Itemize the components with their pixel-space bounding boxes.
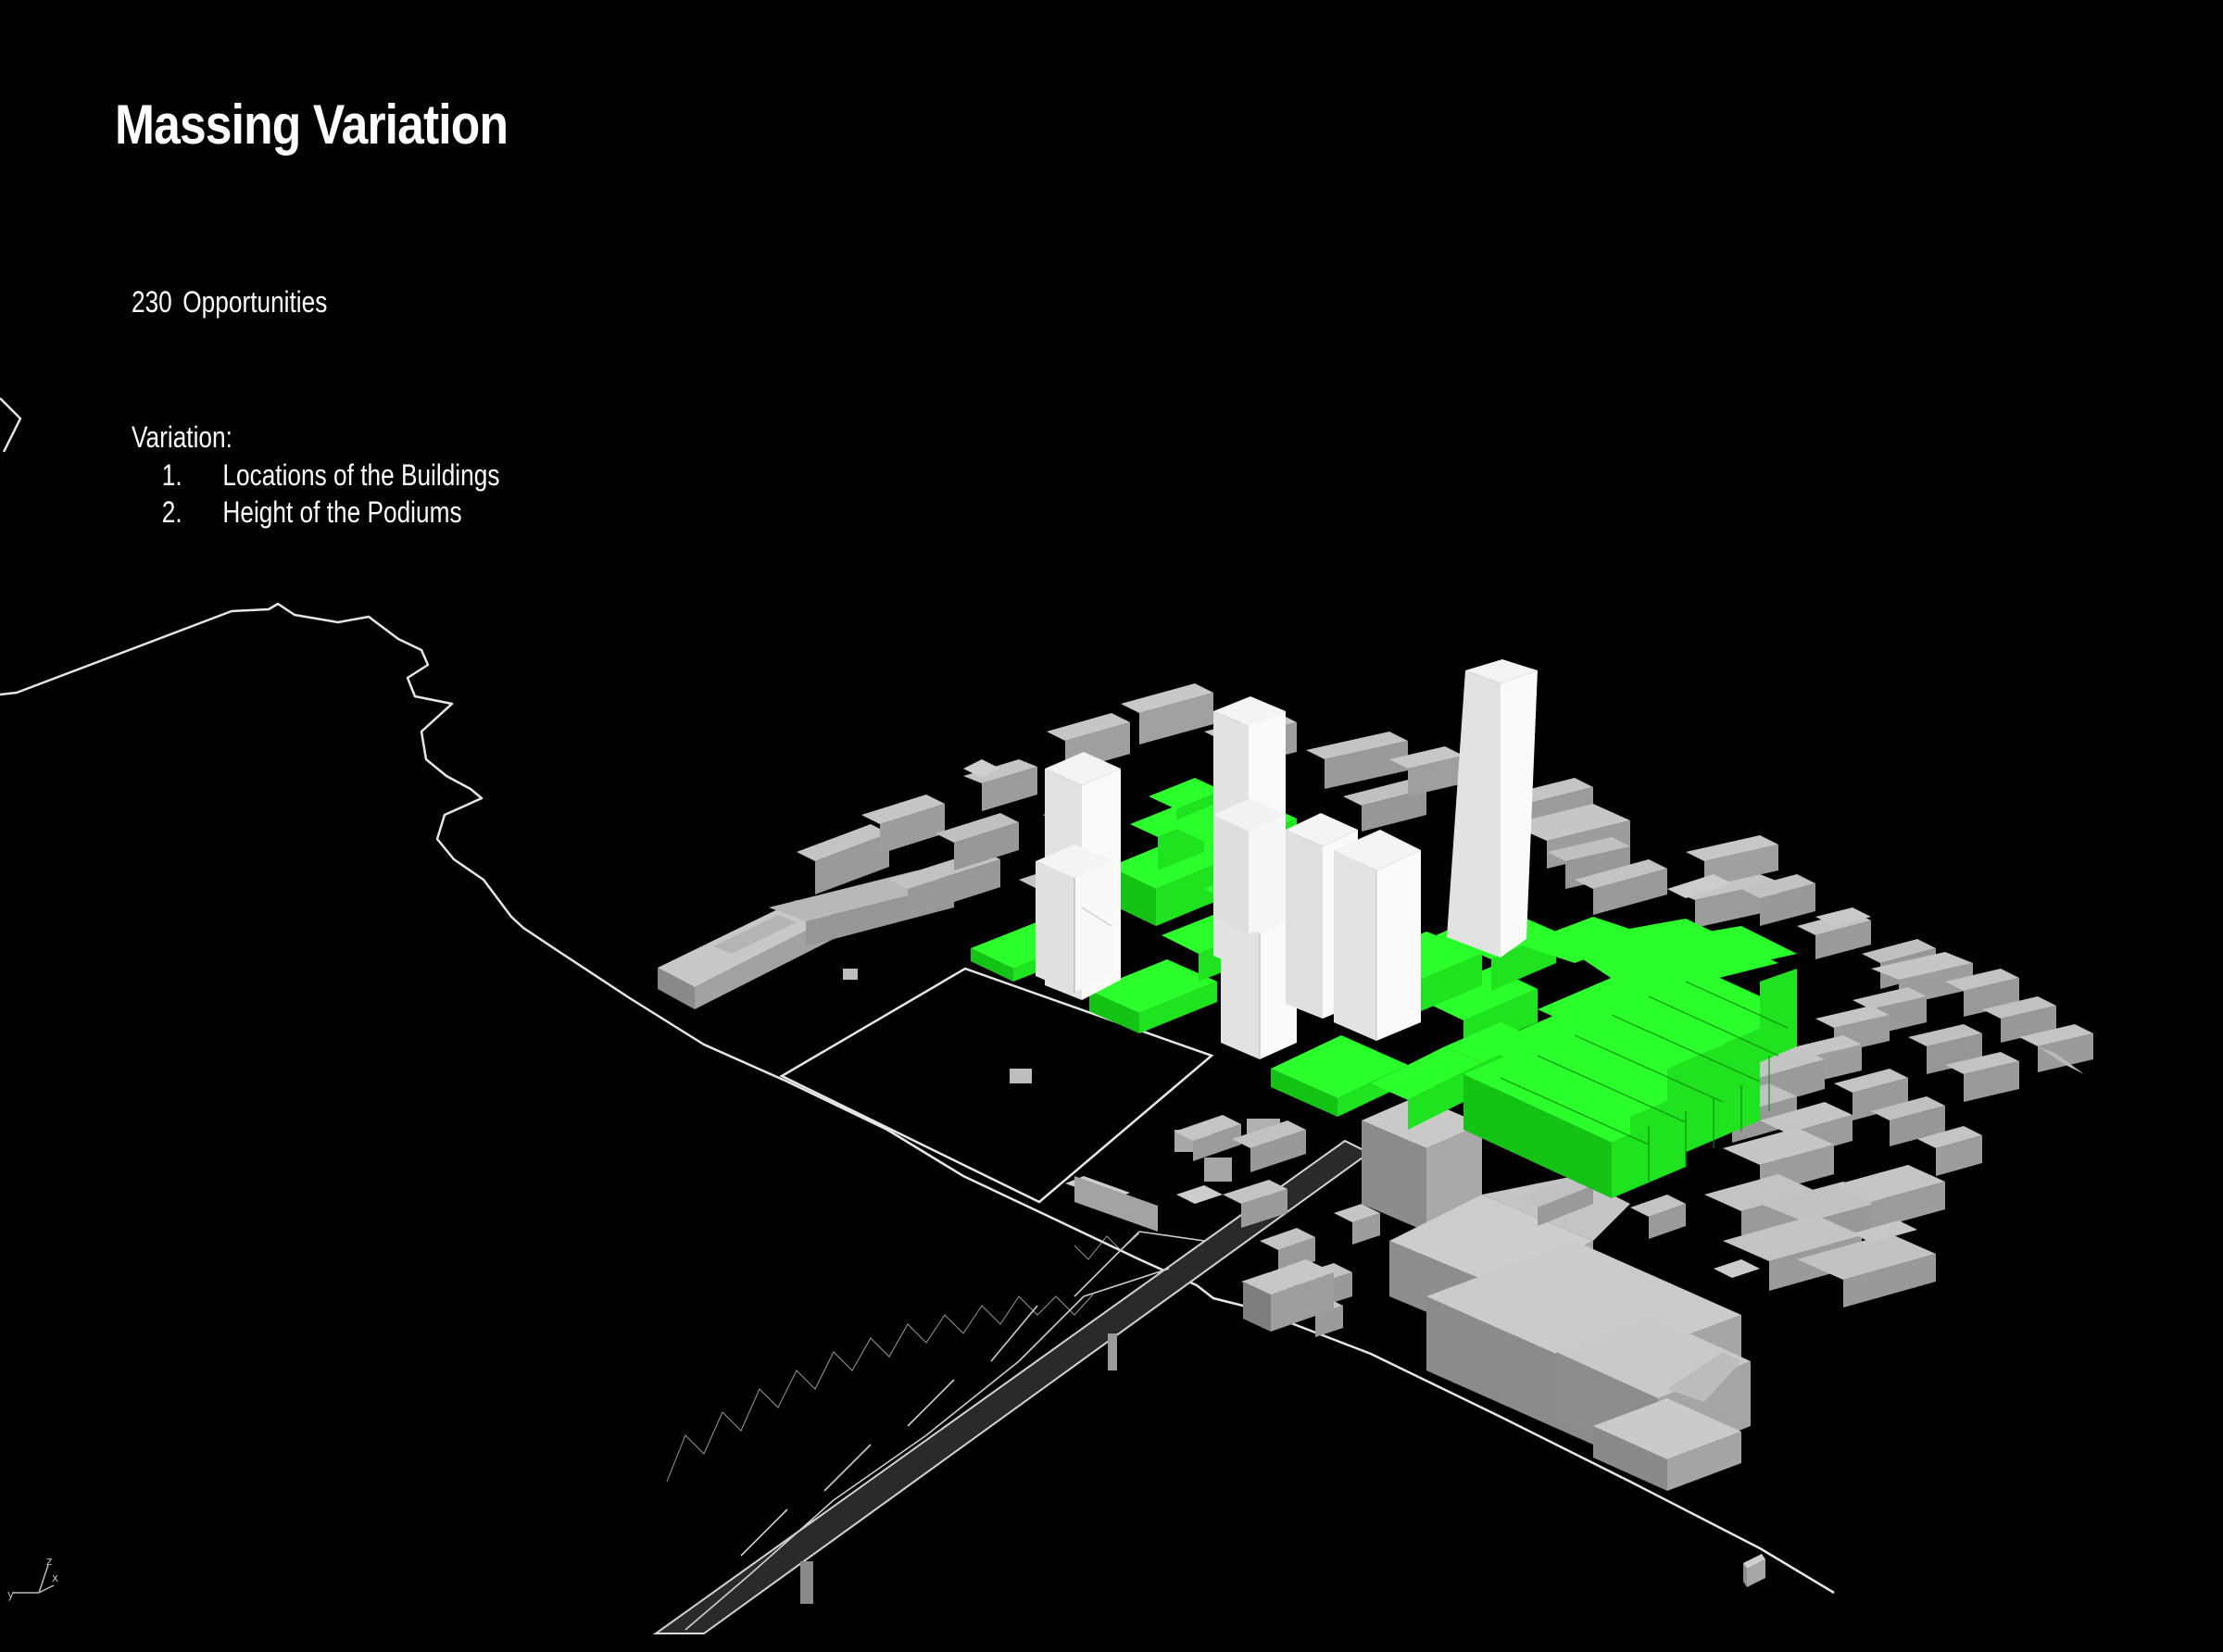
variation-heading: Variation: <box>132 420 232 454</box>
opportunities-label: Opportunities <box>182 285 328 319</box>
opportunities-count: 230 Opportunities <box>132 285 327 319</box>
opportunities-number: 230 <box>132 285 172 319</box>
variation-items: 1. Locations of the Buildings 2. Height … <box>132 457 500 531</box>
axis-y-label: y <box>7 1588 14 1601</box>
page-title: Massing Variation <box>115 94 509 156</box>
list-item-label: Locations of the Buildings <box>222 458 500 492</box>
list-item-label: Height of the Podiums <box>222 495 462 529</box>
list-item-number: 2. <box>161 495 182 529</box>
variation-list: Variation: 1. Locations of the Buildings… <box>132 420 499 531</box>
massing-model-scene: z x y <box>0 397 2093 1634</box>
context-buildings <box>658 683 2093 1587</box>
xyz-axis-icon: z x y <box>7 1555 58 1601</box>
list-item: 2. Height of the Podiums <box>132 494 499 531</box>
axis-z-label: z <box>46 1555 52 1568</box>
list-item-number: 1. <box>161 458 182 492</box>
axis-x-label: x <box>52 1571 58 1584</box>
list-item: 1. Locations of the Buildings <box>132 457 500 494</box>
viewport: z x y Massing Variation 230 Opportunities… <box>0 0 2223 1652</box>
